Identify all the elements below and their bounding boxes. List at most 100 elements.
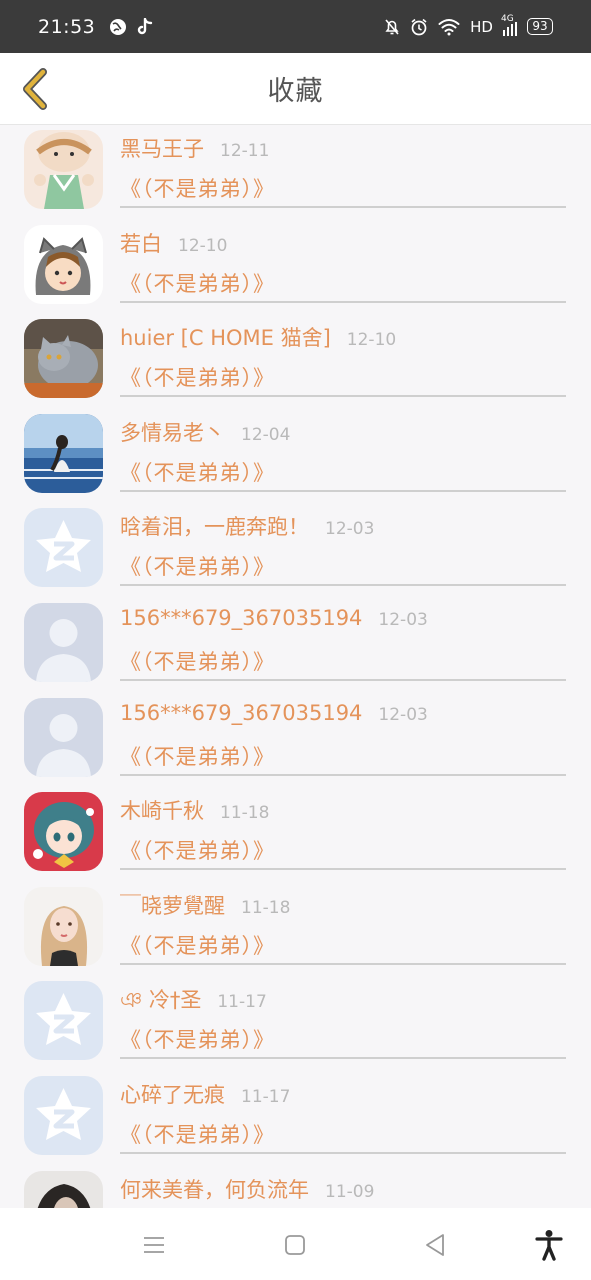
name-row: ঞ 冷†圣 11-17 bbox=[120, 984, 267, 1019]
favorites-list[interactable]: 黑马王子 12-11 《（不是弟弟）》 若白 12-10 《（不是弟弟）》 huier [C… bbox=[0, 125, 591, 1208]
signal-group: 4G bbox=[501, 14, 517, 36]
user-name[interactable]: 何来美眷，何负流年 bbox=[120, 1174, 309, 1204]
accessibility-icon bbox=[535, 1230, 563, 1261]
list-item[interactable]: 多情易老丶 12-04 《（不是弟弟）》 bbox=[0, 404, 591, 499]
signal-label: 4G bbox=[501, 13, 514, 24]
user-name[interactable]: 多情易老丶 bbox=[120, 417, 225, 447]
back-nav-button[interactable] bbox=[418, 1228, 452, 1262]
favorite-date: 11-09 bbox=[325, 1181, 375, 1202]
menu-button[interactable] bbox=[137, 1228, 171, 1262]
avatar[interactable] bbox=[24, 413, 103, 493]
divider bbox=[120, 206, 566, 208]
user-name[interactable]: 晗着泪，一鹿奔跑！ bbox=[120, 511, 309, 541]
name-row: 156***679_367035194 12-03 bbox=[120, 701, 428, 725]
list-item[interactable]: 木崎千秋 11-18 《（不是弟弟）》 bbox=[0, 782, 591, 877]
avatar[interactable] bbox=[24, 224, 103, 304]
list-item[interactable]: 黑马王子 12-11 《（不是弟弟）》 bbox=[0, 125, 591, 215]
home-square-icon bbox=[285, 1235, 305, 1255]
list-item[interactable]: ￣晓萝覺醒 11-18 《（不是弟弟）》 bbox=[0, 877, 591, 972]
list-item[interactable]: 晗着泪，一鹿奔跑！ 12-03 《（不是弟弟）》 bbox=[0, 498, 591, 593]
name-row: 何来美眷，何负流年 11-09 bbox=[120, 1174, 374, 1204]
name-row: 156***679_367035194 12-03 bbox=[120, 606, 428, 630]
avatar[interactable] bbox=[24, 1075, 103, 1155]
back-button[interactable] bbox=[14, 67, 54, 111]
avatar[interactable] bbox=[24, 319, 103, 399]
list-item[interactable]: 156***679_367035194 12-03 《（不是弟弟）》 bbox=[0, 593, 591, 688]
network-label: HD bbox=[470, 17, 493, 36]
page-title: 收藏 bbox=[267, 76, 324, 107]
user-name[interactable]: 木崎千秋 bbox=[120, 795, 204, 825]
favorite-date: 12-04 bbox=[241, 424, 291, 445]
user-name[interactable]: ￣晓萝覺醒 bbox=[120, 890, 225, 920]
book-title[interactable]: 《（不是弟弟）》 bbox=[120, 457, 275, 487]
name-row: ￣晓萝覺醒 11-18 bbox=[120, 890, 290, 920]
status-bar: 21:53 HD 4G 93 bbox=[0, 0, 591, 53]
avatar[interactable] bbox=[24, 1170, 103, 1208]
favorite-date: 12-10 bbox=[178, 235, 228, 256]
name-row: 黑马王子 12-11 bbox=[120, 133, 269, 163]
favorite-date: 11-17 bbox=[241, 1086, 291, 1107]
book-title[interactable]: 《（不是弟弟）》 bbox=[120, 646, 275, 676]
favorite-date: 12-03 bbox=[378, 704, 428, 725]
list-item[interactable]: 156***679_367035194 12-03 《（不是弟弟）》 bbox=[0, 688, 591, 783]
avatar[interactable] bbox=[24, 981, 103, 1061]
divider bbox=[120, 868, 566, 871]
divider bbox=[120, 962, 566, 965]
divider bbox=[120, 1057, 566, 1060]
home-button[interactable] bbox=[278, 1228, 312, 1262]
avatar[interactable] bbox=[24, 697, 103, 777]
avatar[interactable] bbox=[24, 792, 103, 872]
avatar[interactable] bbox=[24, 886, 103, 966]
avatar[interactable] bbox=[24, 602, 103, 682]
favorite-date: 12-03 bbox=[325, 519, 375, 540]
avatar[interactable] bbox=[24, 130, 103, 209]
signal-icon bbox=[503, 21, 517, 36]
name-row: 木崎千秋 11-18 bbox=[120, 795, 269, 825]
user-name[interactable]: 黑马王子 bbox=[120, 133, 204, 163]
book-title[interactable]: 《（不是弟弟）》 bbox=[120, 930, 275, 960]
favorite-date: 11-18 bbox=[220, 803, 270, 824]
name-row: 多情易老丶 12-04 bbox=[120, 417, 290, 447]
list-item[interactable]: ঞ 冷†圣 11-17 《（不是弟弟）》 bbox=[0, 971, 591, 1066]
list-item[interactable]: 何来美眷，何负流年 11-09 bbox=[0, 1161, 591, 1208]
list-item[interactable]: huier [C HOME 猫舍] 12-10 《（不是弟弟）》 bbox=[0, 309, 591, 404]
divider bbox=[120, 300, 566, 303]
divider bbox=[120, 395, 566, 398]
book-title[interactable]: 《（不是弟弟）》 bbox=[120, 741, 275, 771]
menu-icon bbox=[144, 1237, 164, 1253]
divider bbox=[120, 1151, 566, 1154]
book-title[interactable]: 《（不是弟弟）》 bbox=[120, 835, 275, 865]
system-nav-bar bbox=[0, 1208, 591, 1280]
favorite-date: 12-03 bbox=[378, 609, 428, 630]
user-name[interactable]: 156***679_367035194 bbox=[120, 606, 362, 630]
name-row: 晗着泪，一鹿奔跑！ 12-03 bbox=[120, 511, 374, 541]
list-item[interactable]: 若白 12-10 《（不是弟弟）》 bbox=[0, 215, 591, 310]
avatar[interactable] bbox=[24, 508, 103, 588]
user-name[interactable]: huier [C HOME 猫舍] bbox=[120, 322, 331, 352]
chevron-left-icon bbox=[23, 68, 47, 110]
divider bbox=[120, 678, 566, 681]
divider bbox=[120, 489, 566, 492]
book-title[interactable]: 《（不是弟弟）》 bbox=[120, 173, 275, 203]
name-row: 若白 12-10 bbox=[120, 228, 227, 258]
name-row: huier [C HOME 猫舍] 12-10 bbox=[120, 322, 396, 352]
divider bbox=[120, 584, 566, 587]
book-title[interactable]: 《（不是弟弟）》 bbox=[120, 268, 275, 298]
user-name[interactable]: 心碎了无痕 bbox=[120, 1079, 225, 1109]
favorite-date: 12-11 bbox=[220, 141, 270, 161]
mute-bell-icon bbox=[385, 18, 399, 35]
name-row: 心碎了无痕 11-17 bbox=[120, 1079, 290, 1109]
book-title[interactable]: 《（不是弟弟）》 bbox=[120, 362, 275, 392]
book-title[interactable]: 《（不是弟弟）》 bbox=[120, 551, 275, 581]
header: 收藏 bbox=[0, 53, 591, 125]
user-name[interactable]: 若白 bbox=[120, 228, 162, 258]
favorite-date: 11-18 bbox=[241, 897, 291, 918]
accessibility-button[interactable] bbox=[532, 1228, 566, 1262]
book-title[interactable]: 《（不是弟弟）》 bbox=[120, 1024, 275, 1054]
book-title[interactable]: 《（不是弟弟）》 bbox=[120, 1119, 275, 1149]
divider bbox=[120, 773, 566, 776]
list-item[interactable]: 心碎了无痕 11-17 《（不是弟弟）》 bbox=[0, 1066, 591, 1161]
user-name[interactable]: ঞ 冷†圣 bbox=[120, 984, 201, 1019]
favorite-date: 11-17 bbox=[217, 992, 267, 1013]
user-name[interactable]: 156***679_367035194 bbox=[120, 701, 362, 725]
